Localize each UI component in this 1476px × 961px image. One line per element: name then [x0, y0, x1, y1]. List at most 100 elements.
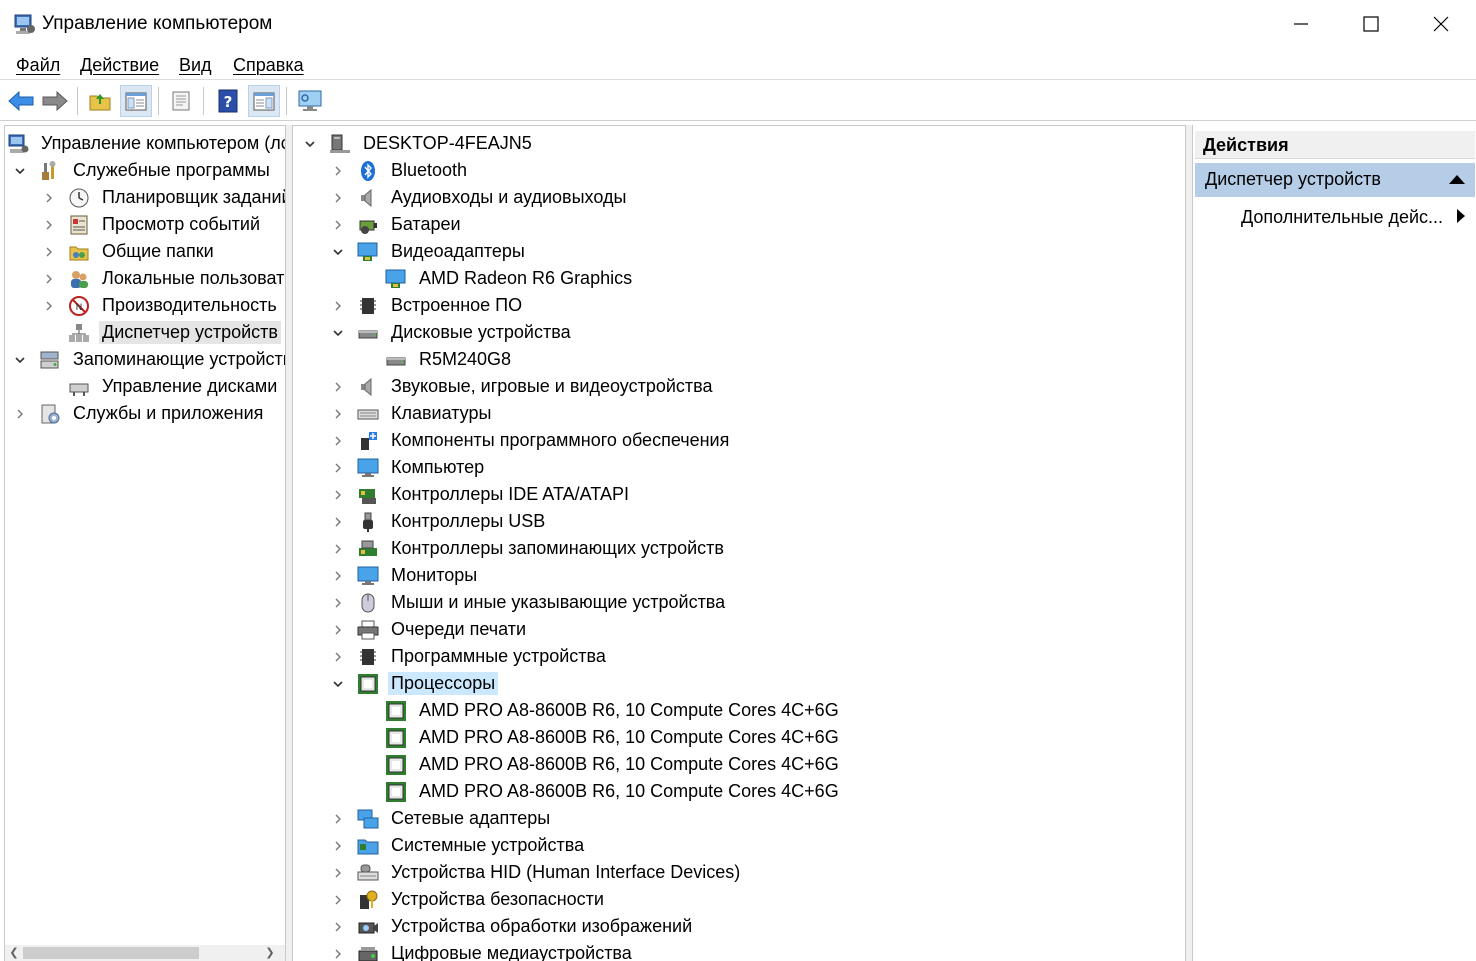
- device-tree-pane[interactable]: DESKTOP-4FEAJN5 Bluetooth Аудиовходы и ау…: [292, 125, 1186, 961]
- chevron-right-icon[interactable]: [331, 299, 345, 313]
- chevron-right-icon[interactable]: [331, 812, 345, 826]
- show-hide-action-pane-button[interactable]: [248, 85, 280, 117]
- chevron-right-icon[interactable]: [331, 461, 345, 475]
- chevron-right-icon[interactable]: [331, 515, 345, 529]
- device-item-security-devices[interactable]: Устройства безопасности: [331, 886, 607, 913]
- device-item-ide-ata-atapi[interactable]: Контроллеры IDE ATA/ATAPI: [331, 481, 632, 508]
- up-folder-button[interactable]: [84, 85, 116, 117]
- chevron-down-icon[interactable]: [331, 245, 345, 259]
- tree-item-shared-folders[interactable]: Общие папки: [42, 238, 217, 265]
- help-button[interactable]: ?: [212, 85, 244, 117]
- device-item-print-queues[interactable]: Очереди печати: [331, 616, 529, 643]
- device-item-processors[interactable]: Процессоры: [331, 670, 499, 697]
- device-item-processor-2[interactable]: AMD PRO A8-8600B R6, 10 Compute Cores 4C…: [359, 724, 842, 751]
- chevron-right-icon[interactable]: [42, 272, 56, 286]
- device-item-firmware[interactable]: Встроенное ПО: [331, 292, 525, 319]
- device-item-r5m240g8[interactable]: R5M240G8: [359, 346, 514, 373]
- chevron-right-icon[interactable]: [331, 650, 345, 664]
- chevron-right-icon[interactable]: [331, 569, 345, 583]
- tree-item-device-manager[interactable]: Диспетчер устройств: [68, 319, 281, 346]
- device-item-storage-controllers[interactable]: Контроллеры запоминающих устройств: [331, 535, 727, 562]
- tree-item-services[interactable]: Службы и приложения: [13, 400, 266, 427]
- scroll-left-arrow-icon[interactable]: ❮: [7, 946, 21, 960]
- scroll-right-arrow-icon[interactable]: ❯: [263, 946, 277, 960]
- chevron-right-icon[interactable]: [331, 866, 345, 880]
- horizontal-scrollbar[interactable]: ❮ ❯: [5, 945, 285, 961]
- back-button[interactable]: [5, 85, 37, 117]
- device-item-monitors[interactable]: Мониторы: [331, 562, 480, 589]
- chevron-right-icon[interactable]: [331, 434, 345, 448]
- collapse-triangle-icon[interactable]: [1449, 175, 1465, 184]
- device-item-sound-video-game[interactable]: Звуковые, игровые и видеоустройства: [331, 373, 716, 400]
- chevron-right-icon[interactable]: [331, 839, 345, 853]
- device-item-computer[interactable]: Компьютер: [331, 454, 487, 481]
- minimize-button[interactable]: [1266, 0, 1336, 48]
- tree-root[interactable]: Управление компьютером (лс: [7, 130, 285, 157]
- device-item-digital-media-devices[interactable]: Цифровые медиаустройства: [331, 940, 635, 961]
- chevron-right-icon[interactable]: [331, 596, 345, 610]
- actions-section-device-manager[interactable]: Диспетчер устройств: [1195, 163, 1475, 197]
- device-item-network-adapters[interactable]: Сетевые адаптеры: [331, 805, 553, 832]
- device-item-software-components[interactable]: Компоненты программного обеспечения: [331, 427, 732, 454]
- show-hide-tree-button[interactable]: [120, 85, 152, 117]
- device-item-amd-radeon-r6-graphics[interactable]: AMD Radeon R6 Graphics: [359, 265, 635, 292]
- chevron-right-icon[interactable]: [331, 164, 345, 178]
- device-item-display-adapters[interactable]: Видеоадаптеры: [331, 238, 528, 265]
- tree-item-disk-management[interactable]: Управление дисками: [68, 373, 280, 400]
- menu-file[interactable]: Файл: [16, 55, 60, 76]
- console-tree-pane[interactable]: Управление компьютером (лс Служебные про…: [4, 125, 286, 961]
- device-item-mice[interactable]: Мыши и иные указывающие устройства: [331, 589, 728, 616]
- device-item-processor-4[interactable]: AMD PRO A8-8600B R6, 10 Compute Cores 4C…: [359, 778, 842, 805]
- device-item-disk-drives[interactable]: Дисковые устройства: [331, 319, 574, 346]
- scrollbar-thumb[interactable]: [23, 947, 199, 959]
- tree-item-task-scheduler[interactable]: Планировщик заданий: [42, 184, 285, 211]
- chevron-right-icon[interactable]: [331, 542, 345, 556]
- device-tree-root[interactable]: DESKTOP-4FEAJN5: [303, 130, 535, 157]
- device-item-software-devices[interactable]: Программные устройства: [331, 643, 609, 670]
- scan-hardware-button[interactable]: [294, 85, 326, 117]
- chevron-right-icon[interactable]: [331, 407, 345, 421]
- chevron-right-icon[interactable]: [331, 191, 345, 205]
- device-item-processor-1[interactable]: AMD PRO A8-8600B R6, 10 Compute Cores 4C…: [359, 697, 842, 724]
- device-item-keyboards[interactable]: Клавиатуры: [331, 400, 494, 427]
- chevron-right-icon[interactable]: [42, 191, 56, 205]
- menu-action[interactable]: Действие: [80, 55, 159, 76]
- close-button[interactable]: [1406, 0, 1476, 48]
- chevron-right-icon[interactable]: [42, 218, 56, 232]
- tree-item-storage[interactable]: Запоминающие устройств: [13, 346, 285, 373]
- device-item-processor-3[interactable]: AMD PRO A8-8600B R6, 10 Compute Cores 4C…: [359, 751, 842, 778]
- tree-item-system-tools[interactable]: Служебные программы: [13, 157, 273, 184]
- more-actions-item[interactable]: Дополнительные дейс...: [1241, 207, 1467, 228]
- device-item-hid-devices[interactable]: Устройства HID (Human Interface Devices): [331, 859, 743, 886]
- chevron-right-icon[interactable]: [331, 488, 345, 502]
- chevron-right-icon[interactable]: [42, 299, 56, 313]
- chevron-down-icon[interactable]: [331, 677, 345, 691]
- chevron-right-icon[interactable]: [42, 245, 56, 259]
- tree-item-event-viewer[interactable]: Просмотр событий: [42, 211, 263, 238]
- chevron-down-icon[interactable]: [303, 137, 317, 151]
- maximize-button[interactable]: [1336, 0, 1406, 48]
- chevron-right-icon[interactable]: [331, 218, 345, 232]
- device-item-batteries[interactable]: Батареи: [331, 211, 464, 238]
- chevron-down-icon[interactable]: [13, 353, 27, 367]
- device-item-audio-inputs-outputs[interactable]: Аудиовходы и аудиовыходы: [331, 184, 629, 211]
- chevron-down-icon[interactable]: [13, 164, 27, 178]
- tree-item-performance[interactable]: N Производительность: [42, 292, 280, 319]
- device-item-label: Контроллеры IDE ATA/ATAPI: [391, 484, 629, 504]
- chevron-down-icon[interactable]: [331, 326, 345, 340]
- chevron-right-icon[interactable]: [331, 947, 345, 961]
- device-item-bluetooth[interactable]: Bluetooth: [331, 157, 470, 184]
- chevron-right-icon[interactable]: [331, 893, 345, 907]
- chevron-right-icon[interactable]: [331, 623, 345, 637]
- device-item-usb-controllers[interactable]: Контроллеры USB: [331, 508, 548, 535]
- chevron-right-icon[interactable]: [331, 380, 345, 394]
- tree-item-local-users[interactable]: Локальные пользовате: [42, 265, 285, 292]
- chevron-right-icon[interactable]: [331, 920, 345, 934]
- forward-button[interactable]: [39, 85, 71, 117]
- chevron-right-icon[interactable]: [13, 407, 27, 421]
- properties-button[interactable]: [165, 85, 197, 117]
- device-item-imaging-devices[interactable]: Устройства обработки изображений: [331, 913, 695, 940]
- device-item-system-devices[interactable]: Системные устройства: [331, 832, 587, 859]
- menu-help[interactable]: Справка: [233, 55, 304, 76]
- menu-view[interactable]: Вид: [179, 55, 212, 76]
